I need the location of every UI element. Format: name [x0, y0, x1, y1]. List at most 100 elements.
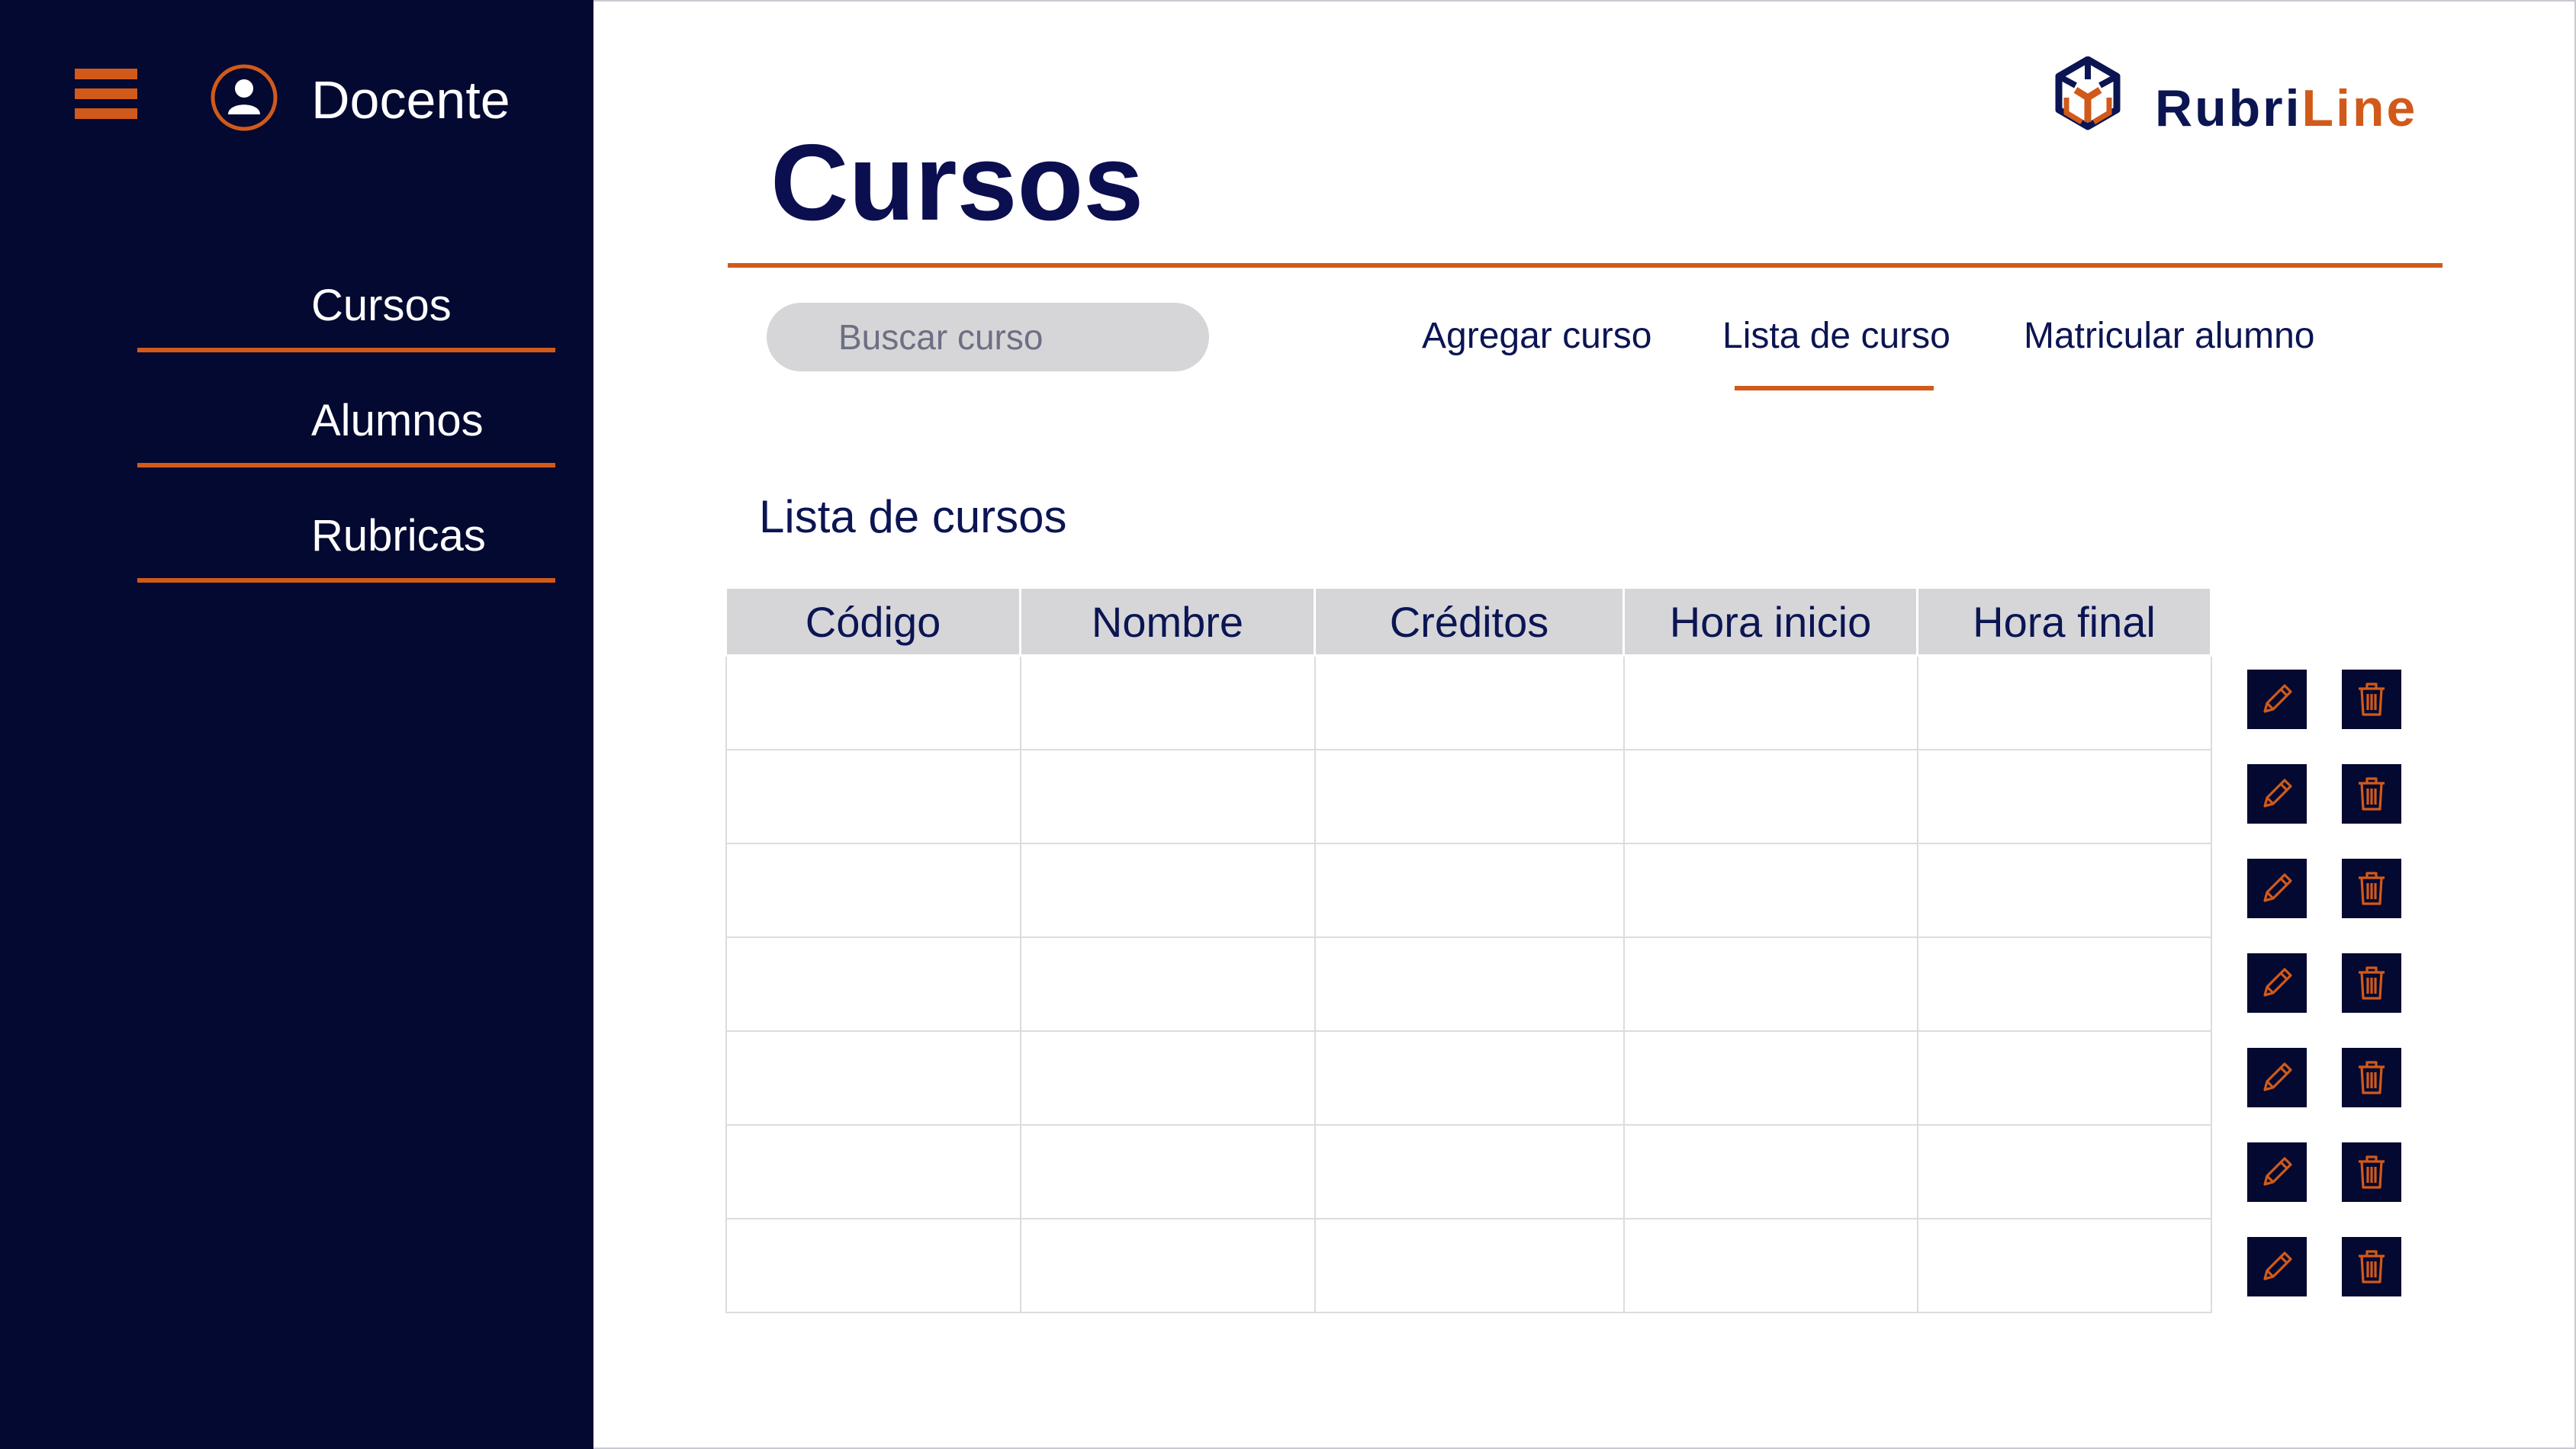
tab-label: Matricular alumno	[2024, 316, 2315, 356]
edit-button[interactable]	[2247, 953, 2307, 1013]
page-title: Cursos	[770, 122, 1144, 243]
edit-button[interactable]	[2247, 1048, 2307, 1107]
trash-icon	[2359, 1061, 2385, 1094]
tab-label: Agregar curso	[1422, 316, 1652, 356]
table-cell[interactable]	[1622, 1030, 1918, 1126]
table-cell[interactable]	[1019, 654, 1316, 750]
column-header-creditos[interactable]: Créditos	[1314, 586, 1625, 657]
table-cell[interactable]	[1019, 937, 1316, 1032]
column-header-codigo[interactable]: Código	[725, 586, 1021, 657]
trash-icon	[2359, 872, 2385, 905]
table-cell[interactable]	[1019, 1030, 1316, 1126]
table-cell[interactable]	[1916, 1218, 2212, 1313]
courses-table: Código Nombre Créditos Hora inicio Hora …	[725, 586, 2212, 1313]
table-cell[interactable]	[725, 843, 1021, 938]
table-cell[interactable]	[1019, 1218, 1316, 1313]
edit-button[interactable]	[2247, 670, 2307, 729]
delete-button[interactable]	[2342, 764, 2401, 824]
brand-name: RubriLine	[2155, 78, 2417, 139]
column-header-hora-final[interactable]: Hora final	[1916, 586, 2212, 657]
edit-button[interactable]	[2247, 859, 2307, 918]
table-row	[725, 1218, 2212, 1313]
table-cell[interactable]	[1314, 749, 1625, 844]
table-cell[interactable]	[1916, 937, 2212, 1032]
row-action-group	[2247, 670, 2407, 729]
sidebar-divider	[137, 348, 555, 352]
table-row	[725, 843, 2212, 938]
table-cell[interactable]	[725, 1124, 1021, 1219]
table-cell[interactable]	[1314, 843, 1625, 938]
pencil-icon	[2263, 1062, 2292, 1091]
sidebar: Docente Cursos Alumnos Rubricas	[0, 0, 593, 1449]
delete-button[interactable]	[2342, 859, 2401, 918]
delete-button[interactable]	[2342, 953, 2401, 1013]
sidebar-divider	[137, 463, 555, 467]
pencil-icon	[2263, 873, 2292, 902]
sidebar-item-rubricas[interactable]: Rubricas	[137, 468, 555, 583]
delete-button[interactable]	[2342, 1048, 2401, 1107]
delete-button[interactable]	[2342, 670, 2401, 729]
table-cell[interactable]	[1916, 1030, 2212, 1126]
table-cell[interactable]	[1622, 937, 1918, 1032]
trash-icon	[2359, 1250, 2385, 1284]
pencil-icon	[2263, 684, 2292, 713]
trash-icon	[2359, 683, 2385, 716]
row-action-group	[2247, 859, 2407, 918]
table-header-row: Código Nombre Créditos Hora inicio Hora …	[725, 586, 2212, 657]
user-circle-icon[interactable]	[210, 63, 278, 132]
row-action-group	[2247, 1048, 2407, 1107]
table-cell[interactable]	[1622, 843, 1918, 938]
table-cell[interactable]	[1314, 1030, 1625, 1126]
table-cell[interactable]	[1622, 749, 1918, 844]
table-cell[interactable]	[1622, 1218, 1918, 1313]
table-cell[interactable]	[725, 654, 1021, 750]
edit-button[interactable]	[2247, 1142, 2307, 1202]
table-row	[725, 937, 2212, 1032]
table-cell[interactable]	[1916, 1124, 2212, 1219]
table-cell[interactable]	[725, 937, 1021, 1032]
table-cell[interactable]	[1314, 654, 1625, 750]
row-action-group	[2247, 764, 2407, 824]
table-cell[interactable]	[725, 1218, 1021, 1313]
tab-lista-de-curso[interactable]: Lista de curso	[1722, 313, 1950, 397]
table-cell[interactable]	[1019, 1124, 1316, 1219]
delete-button[interactable]	[2342, 1142, 2401, 1202]
table-cell[interactable]	[1314, 1124, 1625, 1219]
table-cell[interactable]	[1622, 1124, 1918, 1219]
table-cell[interactable]	[1622, 654, 1918, 750]
pencil-icon	[2263, 1157, 2292, 1186]
brand-name-part1: Rubri	[2155, 79, 2302, 137]
hamburger-menu-icon[interactable]	[75, 69, 137, 119]
edit-button[interactable]	[2247, 1237, 2307, 1296]
table-cell[interactable]	[725, 1030, 1021, 1126]
sidebar-item-cursos[interactable]: Cursos	[137, 238, 555, 352]
table-row	[725, 1030, 2212, 1126]
section-title: Lista de cursos	[759, 491, 1067, 542]
title-divider	[728, 263, 2443, 268]
table-cell[interactable]	[1019, 843, 1316, 938]
pencil-icon	[2263, 1251, 2292, 1280]
table-cell[interactable]	[1019, 749, 1316, 844]
tab-matricular-alumno[interactable]: Matricular alumno	[2024, 313, 2314, 397]
sidebar-divider	[137, 578, 555, 583]
table-row	[725, 1124, 2212, 1219]
table-cell[interactable]	[1916, 654, 2212, 750]
tab-label: Lista de curso	[1722, 316, 1950, 356]
table-cell[interactable]	[1916, 749, 2212, 844]
active-tab-indicator	[1735, 386, 1934, 390]
search-input[interactable]	[767, 303, 1209, 371]
delete-button[interactable]	[2342, 1237, 2401, 1296]
table-cell[interactable]	[1314, 937, 1625, 1032]
table-cell[interactable]	[1314, 1218, 1625, 1313]
table-row	[725, 654, 2212, 750]
tab-agregar-curso[interactable]: Agregar curso	[1422, 313, 1651, 397]
table-cell[interactable]	[725, 749, 1021, 844]
edit-button[interactable]	[2247, 764, 2307, 824]
brand-name-part2: Line	[2301, 79, 2418, 137]
row-action-group	[2247, 953, 2407, 1013]
table-cell[interactable]	[1916, 843, 2212, 938]
column-header-nombre[interactable]: Nombre	[1019, 586, 1316, 657]
sidebar-item-alumnos[interactable]: Alumnos	[137, 353, 555, 467]
column-header-hora-inicio[interactable]: Hora inicio	[1622, 586, 1918, 657]
brand: RubriLine	[2048, 56, 2445, 143]
